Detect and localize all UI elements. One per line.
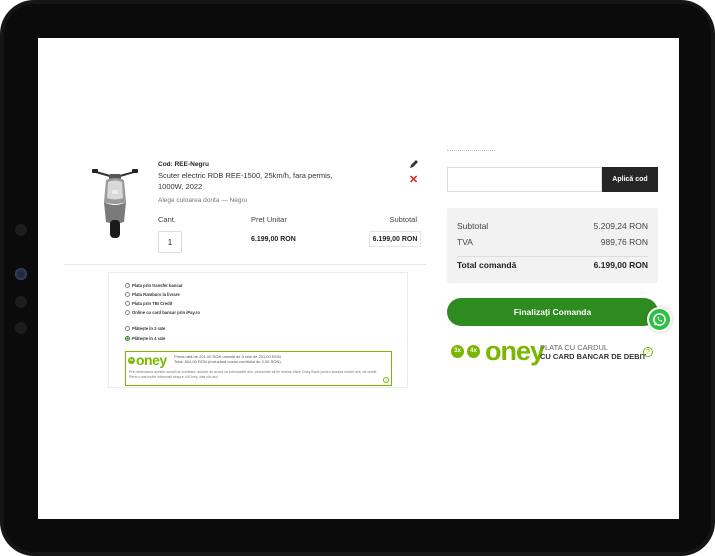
help-icon[interactable]: ? <box>643 347 653 357</box>
quantity-input[interactable]: 1 <box>158 231 182 253</box>
installment-option-3[interactable]: Plătește în 3 rate <box>125 326 165 331</box>
badge-3x: 3x <box>451 344 464 358</box>
product-name[interactable]: Scuter electric RDB REE-1500, 25km/h, fa… <box>158 170 358 192</box>
radio-icon[interactable] <box>125 301 130 306</box>
oney-wordmark: oney <box>485 336 545 366</box>
whatsapp-icon[interactable] <box>647 307 672 332</box>
help-icon[interactable]: ? <box>383 377 389 383</box>
product-code: Cod: REE-Negru <box>158 161 209 168</box>
finalize-order-button[interactable]: Finalizați Comanda <box>447 298 658 326</box>
payment-option[interactable]: Online cu card bancar prin iPay.ro <box>125 310 200 315</box>
installment-option-4[interactable]: Plătește în 4 rate <box>125 336 165 341</box>
camera-lens-icon <box>15 268 27 280</box>
oney-disclaimer: Prin selectarea acestei soluții de credi… <box>129 370 378 379</box>
apply-coupon-button[interactable]: Aplică cod <box>602 167 658 192</box>
close-icon[interactable]: ✕ <box>409 175 418 186</box>
sensor-icon <box>15 296 27 308</box>
scooter-image[interactable] <box>90 162 140 240</box>
summary-divider <box>457 256 648 257</box>
product-variant-note: Alege culoarea dorita — Negru <box>158 197 248 204</box>
badge-4x: 4x <box>467 344 480 358</box>
unit-price-value: 6.199,00 RON <box>251 236 296 243</box>
payment-option[interactable]: Plata prin transfer bancar <box>125 283 183 288</box>
pencil-icon[interactable] <box>409 159 419 169</box>
oney-logo: 4x oney <box>128 353 167 367</box>
sensor-icon <box>15 322 27 334</box>
radio-icon[interactable] <box>125 326 130 331</box>
oney-installment-box: 4x oney Prima rată de 201,00 RON urmată … <box>125 351 392 386</box>
qty-header: Cant. <box>158 215 176 224</box>
coupon-input[interactable] <box>447 167 602 192</box>
camera-icon <box>15 224 27 236</box>
tablet-frame: Cod: REE-Negru Scuter electric RDB REE-1… <box>0 0 715 556</box>
total-row: Total comandă 6.199,00 RON <box>457 260 648 270</box>
oney-wordmark: oney <box>136 352 167 368</box>
subtotal-header: Subtotal <box>389 215 417 224</box>
line-subtotal-value: 6.199,00 RON <box>369 231 421 247</box>
tva-row: TVA 989,76 RON <box>457 237 648 247</box>
oney-banner-logo: 3x 4x oney <box>451 336 545 366</box>
order-summary: Subtotal 5.209,24 RON TVA 989,76 RON Tot… <box>447 208 658 283</box>
coupon-label-divider <box>447 150 495 152</box>
radio-icon[interactable] <box>125 292 130 297</box>
payment-methods-panel: Plata prin transfer bancar Plata Ramburs… <box>108 272 408 388</box>
oney-banner-text: PLATA CU CARDUL CU CARD BANCAR DE DEBIT <box>540 343 647 361</box>
radio-icon[interactable] <box>125 283 130 288</box>
oney-total: Total: 804,00 RON (incluzând costul cred… <box>174 359 281 364</box>
radio-selected-icon[interactable] <box>125 336 130 341</box>
subtotal-row: Subtotal 5.209,24 RON <box>457 221 648 231</box>
payment-option[interactable]: Plata Ramburs la livrare <box>125 292 180 297</box>
payment-option[interactable]: Plata prin TBI Credit <box>125 301 172 306</box>
unit-price-header: Preț Unitar <box>251 215 287 224</box>
badge-4x: 4x <box>128 356 135 364</box>
divider <box>64 264 426 265</box>
radio-icon[interactable] <box>125 310 130 315</box>
browser-screen: Cod: REE-Negru Scuter electric RDB REE-1… <box>38 38 679 519</box>
